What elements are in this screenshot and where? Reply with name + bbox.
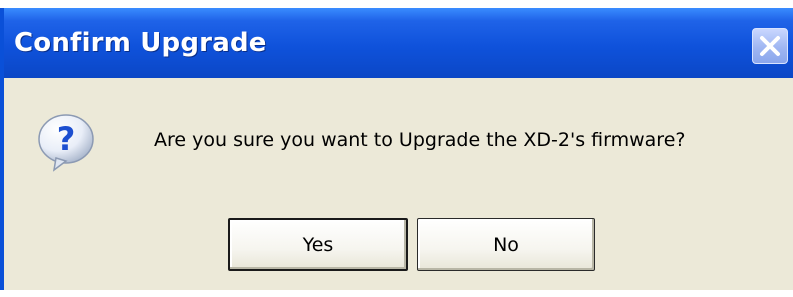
close-icon (753, 29, 787, 63)
svg-text:?: ? (57, 120, 76, 158)
confirm-dialog: Confirm Upgrade ? Are you sure you want … (0, 8, 793, 290)
dialog-title: Confirm Upgrade (14, 28, 267, 58)
dialog-message: Are you sure you want to Upgrade the XD-… (154, 129, 686, 151)
title-bar[interactable]: Confirm Upgrade (4, 8, 793, 78)
close-button[interactable] (752, 28, 788, 64)
yes-button[interactable]: Yes (228, 218, 408, 271)
no-button[interactable]: No (417, 218, 595, 271)
question-icon: ? (36, 112, 98, 174)
screen: Confirm Upgrade ? Are you sure you want … (0, 0, 793, 297)
